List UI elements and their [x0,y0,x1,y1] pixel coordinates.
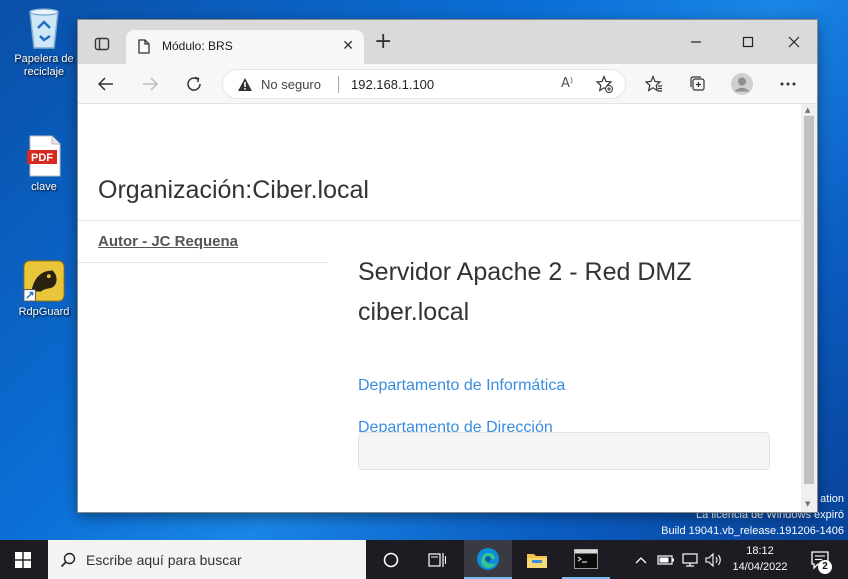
link-departamento-informatica[interactable]: Departamento de Informática [358,377,565,395]
desktop-icon-recycle-bin[interactable]: Papelera de reciclaje [6,6,82,79]
favorites-icon[interactable] [640,70,668,98]
more-icon[interactable] [774,70,802,98]
tab-title: Módulo: BRS [162,39,233,53]
activation-watermark-line3: Build 19041.vb_release.191206-1406 [661,525,844,537]
chevron-up-icon[interactable] [632,540,650,579]
warning-icon[interactable] [237,77,253,96]
search-icon [60,552,76,568]
desktop-icon-label: RdpGuard [18,306,70,318]
pdf-file-icon: PDF [22,134,66,178]
main-heading-line2: ciber.local [358,298,470,326]
edge-icon [477,547,499,570]
search-placeholder: Escribe aquí para buscar [86,552,242,568]
recycle-bin-icon [22,6,66,50]
tab-actions-icon[interactable] [90,34,114,54]
rdpguard-icon [22,259,66,303]
read-aloud-icon[interactable]: A⁾ [561,76,573,91]
taskbar-terminal-button[interactable] [562,540,610,579]
star-add-icon[interactable] [595,74,613,97]
arrow-left-icon[interactable] [92,70,120,98]
browser-toolbar: No seguro 192.168.1.100 A⁾ [78,64,817,104]
close-icon[interactable]: ✕ [342,38,354,54]
address-bar[interactable]: No seguro 192.168.1.100 A⁾ [222,69,626,99]
refresh-icon[interactable] [180,70,208,98]
terminal-icon [574,548,598,569]
page-icon [138,39,150,58]
clock-time: 18:12 [746,545,774,557]
web-page: Organización:Ciber.local Autor - JC Requ… [78,104,817,512]
empty-panel [358,432,770,470]
task-view-button[interactable] [416,540,458,579]
start-button[interactable] [0,540,46,579]
browser-window: Módulo: BRS ✕ + No seguro 192.168.1.100 … [78,20,817,512]
title-bar: Módulo: BRS ✕ + [78,20,817,64]
network-icon[interactable] [680,540,700,579]
profile-icon[interactable] [728,70,756,98]
taskbar-search-box[interactable]: Escribe aquí para buscar [48,540,366,579]
pdf-badge: PDF [31,151,53,164]
plus-icon[interactable]: + [374,31,392,53]
address-separator [338,76,339,93]
sidebar-divider [78,262,328,263]
scroll-up-icon[interactable]: ▲ [805,106,810,114]
desktop-icon-rdpguard[interactable]: RdpGuard [6,259,82,319]
main-heading-line1: Servidor Apache 2 - Red DMZ [358,258,692,286]
task-view-icon [428,552,446,567]
taskbar-explorer-button[interactable] [514,540,560,579]
folder-icon [527,553,547,568]
cortana-button[interactable] [370,540,412,579]
notification-center-button[interactable]: 2 [800,540,840,579]
cortana-icon [383,552,399,567]
desktop-icon-label: Papelera de reciclaje [14,53,74,78]
vertical-scrollbar[interactable]: ▲ ▼ [801,104,817,512]
volume-icon[interactable] [704,540,724,579]
collections-icon[interactable] [684,70,712,98]
author-link[interactable]: Autor - JC Requena [98,233,238,250]
taskbar-clock[interactable]: 18:12 14/04/2022 [728,543,792,575]
page-title: Organización:Ciber.local [98,176,369,204]
battery-icon[interactable] [656,540,676,579]
security-label[interactable]: No seguro [261,77,321,92]
url-text[interactable]: 192.168.1.100 [351,77,434,92]
scroll-down-icon[interactable]: ▼ [805,500,810,508]
activation-watermark-line1: ation [820,493,844,505]
windows-logo-icon [15,551,31,568]
header-divider [78,220,801,221]
notification-count-badge: 2 [818,560,832,574]
desktop-icon-clave-pdf[interactable]: PDF clave [6,134,82,194]
desktop-icon-label: clave [31,181,57,193]
scrollbar-thumb[interactable] [804,116,814,484]
clock-date: 14/04/2022 [732,561,788,573]
tab-active[interactable]: Módulo: BRS ✕ [126,30,364,64]
taskbar: Escribe aquí para buscar 18:12 14/04/202… [0,540,848,579]
minimize-icon[interactable] [673,28,719,56]
maximize-icon[interactable] [725,28,771,56]
arrow-right-icon[interactable] [136,70,164,98]
main-heading: Servidor Apache 2 - Red DMZ ciber.local [358,252,691,332]
close-window-icon[interactable] [771,28,817,56]
taskbar-edge-button[interactable] [464,540,512,579]
